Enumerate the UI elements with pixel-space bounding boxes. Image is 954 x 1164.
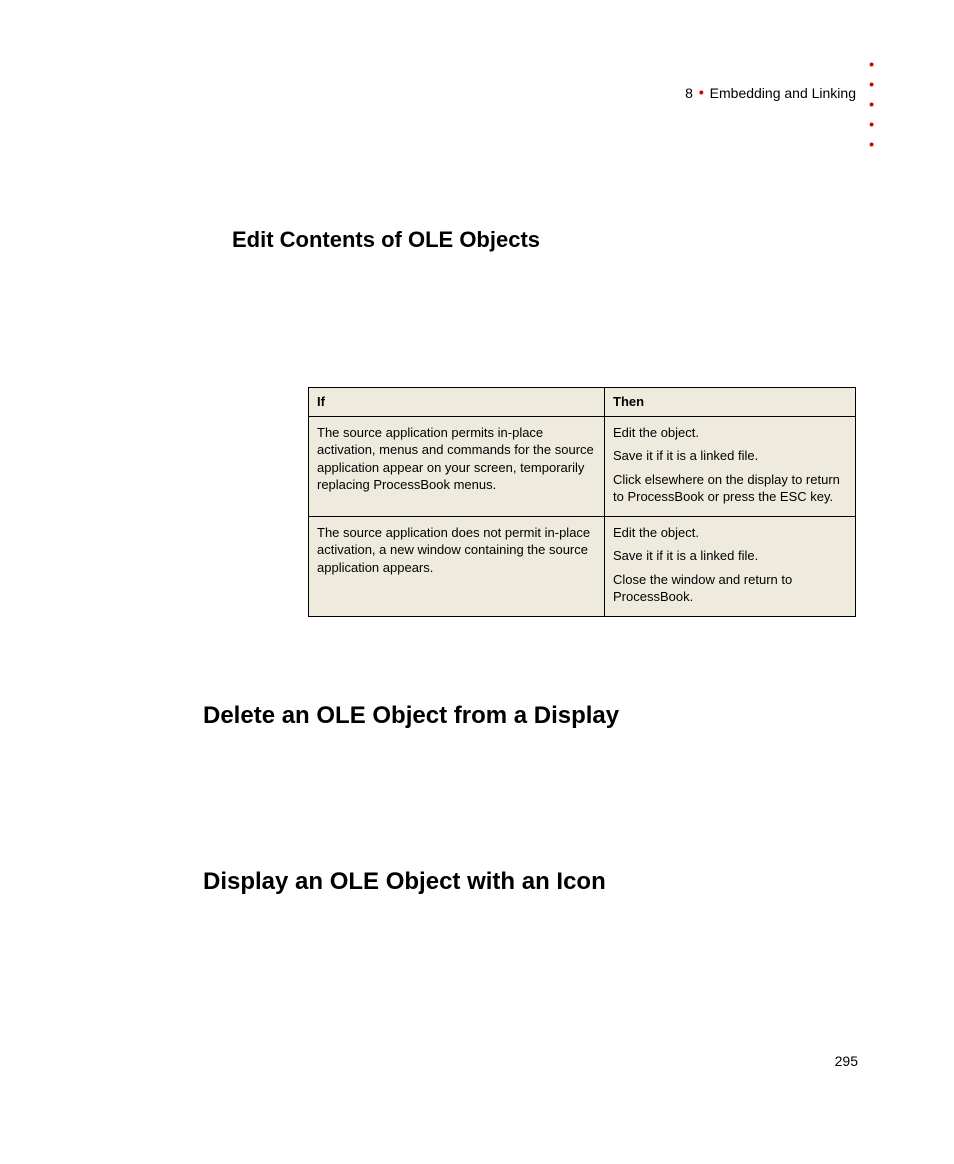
bullet-dot-icon: • [697, 84, 706, 100]
running-header: 8 • Embedding and Linking [685, 86, 856, 100]
cell-if: The source application permits in-place … [309, 416, 605, 516]
bullet-dot-icon: • [869, 134, 874, 154]
bullet-dot-icon: • [869, 94, 874, 114]
heading-edit-contents: Edit Contents of OLE Objects [232, 227, 540, 253]
then-line: Save it if it is a linked file. [613, 447, 847, 465]
heading-delete-ole: Delete an OLE Object from a Display [203, 702, 619, 730]
bullet-dot-icon: • [869, 74, 874, 94]
bullet-dot-icon: • [869, 114, 874, 134]
ole-edit-table: If Then The source application permits i… [308, 387, 856, 617]
then-line: Edit the object. [613, 424, 847, 442]
document-page: • • • • • 8 • Embedding and Linking Edit… [0, 0, 954, 1164]
col-header-then: Then [605, 388, 856, 417]
cell-if: The source application does not permit i… [309, 516, 605, 616]
cell-then: Edit the object. Save it if it is a link… [605, 516, 856, 616]
table-row: The source application does not permit i… [309, 516, 856, 616]
bullet-dot-icon: • [869, 54, 874, 74]
table-header-row: If Then [309, 388, 856, 417]
chapter-title: Embedding and Linking [710, 85, 856, 101]
then-line: Edit the object. [613, 524, 847, 542]
then-line: Click elsewhere on the display to return… [613, 471, 847, 506]
heading-display-ole-icon: Display an OLE Object with an Icon [203, 868, 606, 896]
cell-then: Edit the object. Save it if it is a link… [605, 416, 856, 516]
then-line: Close the window and return to ProcessBo… [613, 571, 847, 606]
then-line: Save it if it is a linked file. [613, 547, 847, 565]
chapter-number: 8 [685, 85, 693, 101]
table-row: The source application permits in-place … [309, 416, 856, 516]
decorative-dot-column: • • • • • [869, 54, 874, 154]
col-header-if: If [309, 388, 605, 417]
page-number: 295 [835, 1053, 858, 1069]
